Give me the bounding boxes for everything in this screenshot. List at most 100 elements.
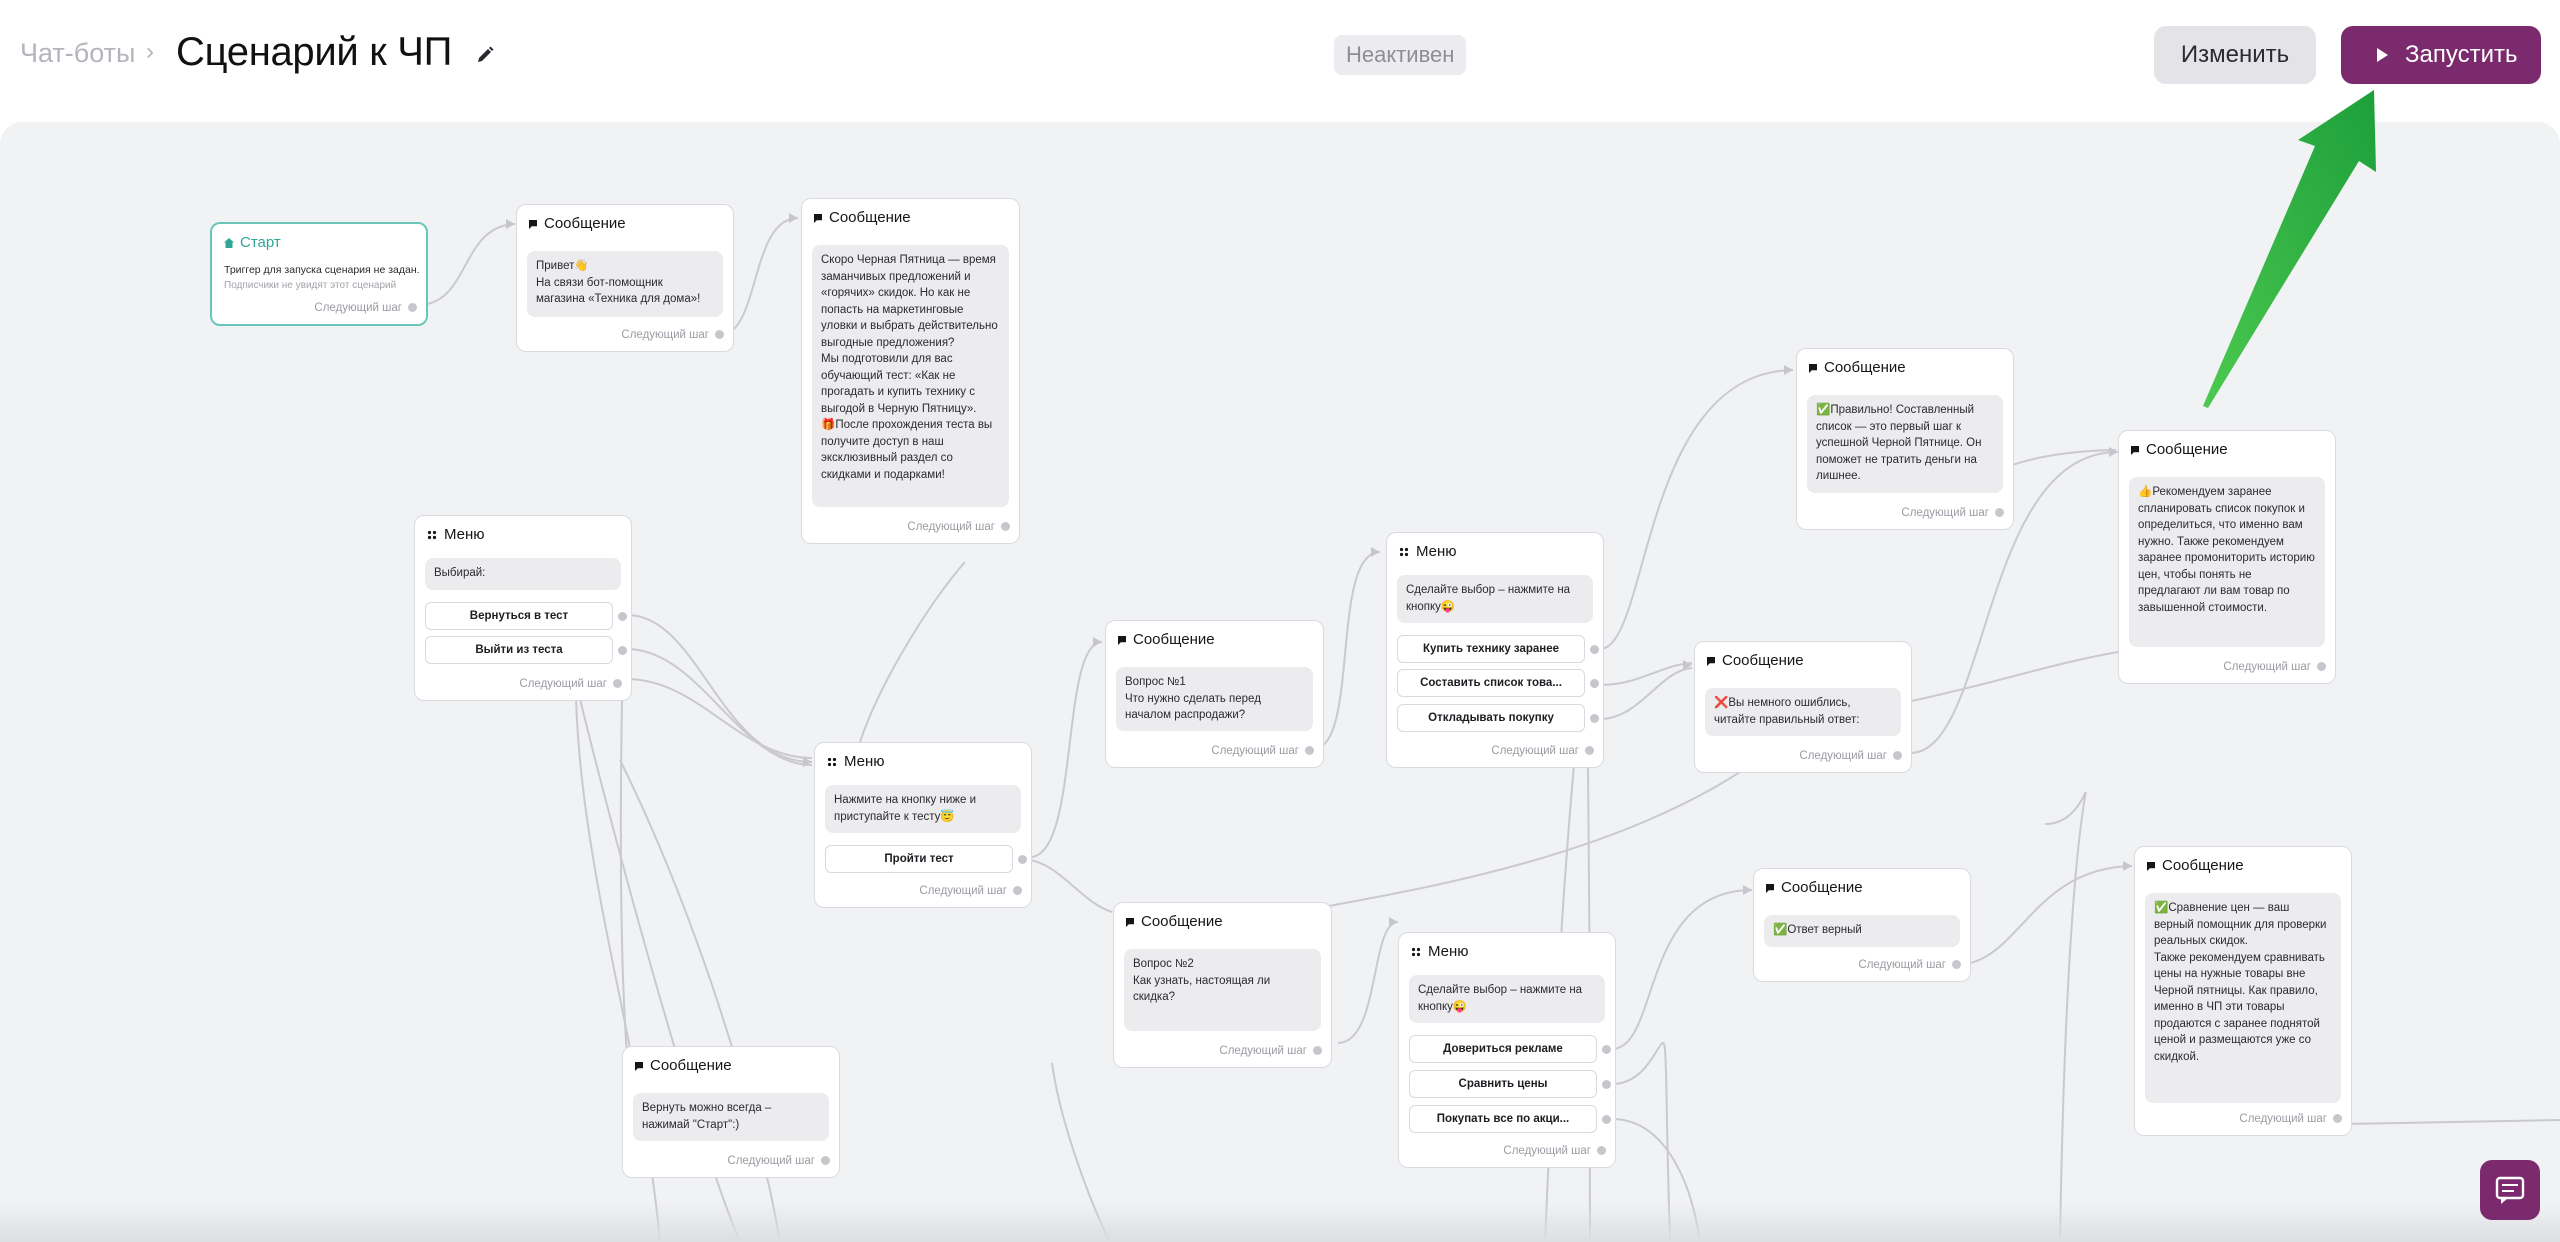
next-step-port[interactable] xyxy=(1597,1146,1606,1155)
start-sub: Подписчики не увидят этот сценарий xyxy=(224,280,397,291)
node-title: Сообщение xyxy=(2147,857,2244,874)
next-step-port[interactable] xyxy=(408,303,417,312)
node-title: Меню xyxy=(1399,543,1457,560)
next-step-label: Следующий шаг xyxy=(314,302,402,314)
next-step-port[interactable] xyxy=(1001,522,1010,531)
message-text: ✅Правильно! Составленный список — это пе… xyxy=(1807,395,2003,493)
message-icon xyxy=(2131,446,2139,455)
message-text: ❌Вы немного ошиблись, читайте правильный… xyxy=(1705,688,1901,736)
chat-button[interactable] xyxy=(2480,1160,2540,1220)
menu-button-trust-ads[interactable]: Довериться рекламе xyxy=(1409,1035,1611,1063)
menu-text: Сделайте выбор – нажмите на кнопку😜 xyxy=(1397,575,1593,623)
node-title: Меню xyxy=(1411,943,1469,960)
node-title: Сообщение xyxy=(1809,359,1906,376)
node-menu-start-test[interactable]: Меню Нажмите на кнопку ниже и приступайт… xyxy=(814,742,1032,908)
message-icon xyxy=(1766,884,1774,893)
message-text: ✅Ответ верный xyxy=(1764,915,1960,947)
button-port[interactable] xyxy=(618,612,627,621)
next-step-port[interactable] xyxy=(1995,508,2004,517)
node-title: Сообщение xyxy=(1126,913,1223,930)
flow-canvas[interactable]: Старт Триггер для запуска сценария не за… xyxy=(0,122,2560,1242)
next-step-label: Следующий шаг xyxy=(1211,745,1299,757)
menu-button-buy-early[interactable]: Купить технику заранее xyxy=(1397,635,1599,663)
run-button-label: Запустить xyxy=(2405,41,2518,68)
message-icon xyxy=(635,1062,643,1071)
status-badge: Неактивен xyxy=(1334,35,1467,75)
next-step-label: Следующий шаг xyxy=(727,1155,815,1167)
node-message-return[interactable]: Сообщение Вернуть можно всегда – нажимай… xyxy=(622,1046,840,1178)
button-port[interactable] xyxy=(1018,855,1027,864)
next-step-port[interactable] xyxy=(2317,662,2326,671)
node-message-correct-1[interactable]: Сообщение ✅Правильно! Составленный списо… xyxy=(1796,348,2014,530)
menu-button-make-list[interactable]: Составить список това... xyxy=(1397,669,1599,697)
next-step-port[interactable] xyxy=(1952,960,1961,969)
next-step-label: Следующий шаг xyxy=(919,885,1007,897)
message-icon xyxy=(1809,364,1817,373)
next-step-label: Следующий шаг xyxy=(1491,745,1579,757)
next-step-label: Следующий шаг xyxy=(1901,507,1989,519)
message-text: Вопрос №2 Как узнать, настоящая ли скидк… xyxy=(1124,949,1321,1031)
next-step-port[interactable] xyxy=(1013,886,1022,895)
message-icon xyxy=(814,214,822,223)
button-port[interactable] xyxy=(1590,679,1599,688)
menu-grid-icon xyxy=(1411,947,1421,957)
menu-text: Нажмите на кнопку ниже и приступайте к т… xyxy=(825,785,1021,833)
node-title: Меню xyxy=(427,526,485,543)
breadcrumb-separator: › xyxy=(146,38,154,65)
next-step-label: Следующий шаг xyxy=(519,678,607,690)
menu-button-compare-prices[interactable]: Сравнить цены xyxy=(1409,1070,1611,1098)
next-step-label: Следующий шаг xyxy=(621,329,709,341)
message-icon xyxy=(2147,862,2155,871)
node-message-correct-2[interactable]: Сообщение ✅Ответ верный Следующий шаг xyxy=(1753,868,1971,982)
button-port[interactable] xyxy=(1602,1080,1611,1089)
menu-button-buy-on-sale[interactable]: Покупать все по акци... xyxy=(1409,1105,1611,1133)
next-step-port[interactable] xyxy=(613,679,622,688)
node-start-title: Старт xyxy=(224,234,281,251)
next-step-port[interactable] xyxy=(1305,746,1314,755)
header-bar: Чат-боты › Сценарий к ЧП Неактивен Измен… xyxy=(0,0,2560,122)
node-title: Сообщение xyxy=(1118,631,1215,648)
next-step-port[interactable] xyxy=(1313,1046,1322,1055)
node-question-2[interactable]: Сообщение Вопрос №2 Как узнать, настояща… xyxy=(1113,902,1332,1068)
next-step-label: Следующий шаг xyxy=(1858,959,1946,971)
node-message-recommend-1[interactable]: Сообщение 👍Рекомендуем заранее спланиров… xyxy=(2118,430,2336,684)
menu-text: Выбирай: xyxy=(425,558,621,590)
button-port[interactable] xyxy=(1602,1115,1611,1124)
next-step-port[interactable] xyxy=(821,1156,830,1165)
next-step-port[interactable] xyxy=(715,330,724,339)
menu-button-take-test[interactable]: Пройти тест xyxy=(825,845,1027,873)
annotation-arrow-icon xyxy=(2203,90,2376,408)
run-button[interactable]: Запустить xyxy=(2341,26,2541,84)
message-text: Скоро Черная Пятница — время заманчивых … xyxy=(812,245,1009,507)
node-title: Сообщение xyxy=(529,215,626,232)
node-message-recommend-2[interactable]: Сообщение ✅Сравнение цен — ваш верный по… xyxy=(2134,846,2352,1136)
button-port[interactable] xyxy=(1590,645,1599,654)
next-step-label: Следующий шаг xyxy=(1799,750,1887,762)
button-port[interactable] xyxy=(1590,714,1599,723)
breadcrumb-chatbots[interactable]: Чат-боты xyxy=(20,38,135,69)
node-menu-choose[interactable]: Меню Выбирай: Вернуться в тест Выйти из … xyxy=(414,515,632,701)
chat-icon xyxy=(2495,1176,2525,1204)
pencil-icon[interactable] xyxy=(474,44,496,66)
next-step-label: Следующий шаг xyxy=(2239,1113,2327,1125)
page-title: Сценарий к ЧП xyxy=(176,30,453,74)
next-step-port[interactable] xyxy=(1585,746,1594,755)
next-step-port[interactable] xyxy=(1893,751,1902,760)
node-start[interactable]: Старт Триггер для запуска сценария не за… xyxy=(210,222,428,326)
button-port[interactable] xyxy=(1602,1045,1611,1054)
menu-button-exit[interactable]: Выйти из теста xyxy=(425,636,627,664)
node-question-1[interactable]: Сообщение Вопрос №1 Что нужно сделать пе… xyxy=(1105,620,1324,768)
node-title: Сообщение xyxy=(2131,441,2228,458)
node-menu-question-2[interactable]: Меню Сделайте выбор – нажмите на кнопку😜… xyxy=(1398,932,1616,1168)
node-message-wrong-1[interactable]: Сообщение ❌Вы немного ошиблись, читайте … xyxy=(1694,641,1912,773)
menu-button-return[interactable]: Вернуться в тест xyxy=(425,602,627,630)
edit-button[interactable]: Изменить xyxy=(2154,26,2316,84)
menu-button-postpone[interactable]: Откладывать покупку xyxy=(1397,704,1599,732)
node-menu-question-1[interactable]: Меню Сделайте выбор – нажмите на кнопку😜… xyxy=(1386,532,1604,768)
node-message-greeting[interactable]: Сообщение Привет👋 На связи бот-помощник … xyxy=(516,204,734,352)
node-message-intro[interactable]: Сообщение Скоро Черная Пятница — время з… xyxy=(801,198,1020,544)
next-step-label: Следующий шаг xyxy=(2223,661,2311,673)
button-port[interactable] xyxy=(618,646,627,655)
message-text: ✅Сравнение цен — ваш верный помощник для… xyxy=(2145,893,2341,1103)
next-step-port[interactable] xyxy=(2333,1114,2342,1123)
